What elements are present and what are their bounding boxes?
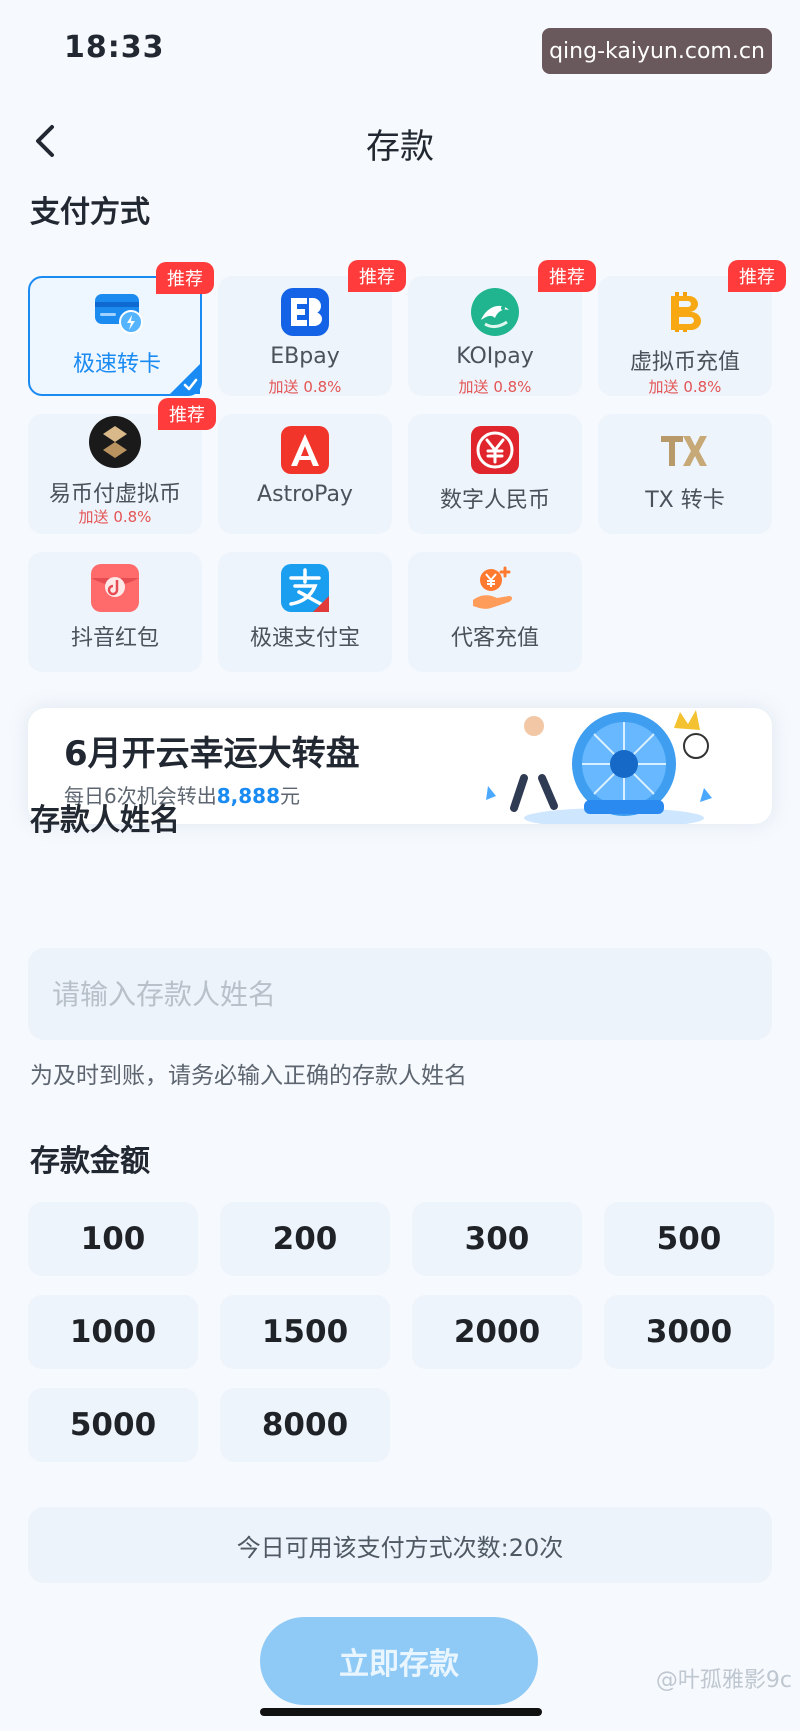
depositor-section-title: 存款人姓名 <box>30 803 180 838</box>
payment-method-koipay[interactable]: KOIpay 加送 0.8% 推荐 <box>408 260 596 396</box>
payment-method-tx-transfer[interactable]: TX 转卡 <box>598 414 772 534</box>
amount-section-title: 存款金额 <box>30 1144 150 1179</box>
amount-option[interactable]: 3000 <box>604 1295 774 1369</box>
payment-method-label: 代客充值 <box>450 626 539 651</box>
bitcoin-icon <box>671 292 701 332</box>
payment-method-agent-recharge[interactable]: 代客充值 <box>408 552 582 672</box>
amount-option[interactable]: 1500 <box>220 1295 390 1369</box>
payment-method-label: 易币付虚拟币 <box>48 482 181 507</box>
banner-subtitle-suffix: 元 <box>280 784 300 808</box>
selected-check-icon <box>170 364 200 394</box>
home-indicator <box>260 1708 542 1716</box>
digital-rmb-icon <box>471 426 519 474</box>
card-transfer-icon <box>95 294 143 334</box>
payment-method-label: 抖音红包 <box>70 626 159 651</box>
payment-method-ebpay[interactable]: EBpay 加送 0.8% 推荐 <box>218 260 406 396</box>
amount-option[interactable]: 100 <box>28 1202 198 1276</box>
bottom-watermark: @叶孤雅影9c <box>655 1668 792 1693</box>
page-title: 存款 <box>366 127 434 167</box>
ebifu-icon <box>89 416 141 468</box>
top-watermark: qing-kaiyun.com.cn <box>542 28 772 74</box>
payment-method-alipay[interactable]: 极速支付宝 <box>218 552 392 672</box>
payment-method-label: KOIpay <box>456 344 534 369</box>
payment-method-label: TX 转卡 <box>645 488 725 513</box>
status-time: 18:33 <box>64 30 165 65</box>
koipay-icon <box>471 288 519 336</box>
alipay-icon <box>281 564 329 612</box>
banner-title: 6月开云幸运大转盘 <box>64 734 360 774</box>
amount-option[interactable]: 2000 <box>412 1295 582 1369</box>
amount-option[interactable]: 8000 <box>220 1388 390 1462</box>
amount-option[interactable]: 1000 <box>28 1295 198 1369</box>
deposit-now-button[interactable]: 立即存款 <box>260 1617 538 1705</box>
payment-method-crypto[interactable]: 虚拟币充值 加送 0.8% 推荐 <box>598 260 786 396</box>
payment-method-label: AstroPay <box>257 482 353 507</box>
amount-option[interactable]: 500 <box>604 1202 774 1276</box>
payment-section-title: 支付方式 <box>30 195 150 230</box>
amount-option[interactable]: 5000 <box>28 1388 198 1462</box>
tx-transfer-icon <box>661 436 707 466</box>
payment-method-digital-rmb[interactable]: 数字人民币 <box>408 414 582 534</box>
payment-bonus: 加送 0.8% <box>78 508 152 526</box>
astropay-icon <box>281 426 329 474</box>
recommend-badge: 推荐 <box>538 260 596 292</box>
payment-bonus: 加送 0.8% <box>458 378 532 396</box>
ebpay-icon <box>281 288 329 336</box>
banner-prize-amount: 8,888 <box>216 784 280 808</box>
payment-method-label: 极速支付宝 <box>249 626 360 651</box>
payment-method-astropay[interactable]: AstroPay <box>218 414 392 534</box>
payment-bonus: 加送 0.8% <box>268 378 342 396</box>
recommend-badge: 推荐 <box>348 260 406 292</box>
payment-method-quick-card[interactable]: 极速转卡 推荐 <box>28 262 214 396</box>
payment-bonus: 加送 0.8% <box>648 378 722 396</box>
depositor-hint: 为及时到账，请务必输入正确的存款人姓名 <box>30 1063 467 1089</box>
lucky-wheel-icon <box>486 710 712 824</box>
usage-count-info: 今日可用该支付方式次数:20次 <box>28 1507 772 1583</box>
payment-method-ebifu[interactable]: 易币付虚拟币 加送 0.8% 推荐 <box>28 398 216 534</box>
nav-bar: 存款 <box>0 105 800 180</box>
payment-method-label: EBpay <box>270 344 340 369</box>
recommend-badge: 推荐 <box>156 262 214 294</box>
recommend-badge: 推荐 <box>158 398 216 430</box>
payment-method-label: 数字人民币 <box>439 488 550 513</box>
amount-option[interactable]: 300 <box>412 1202 582 1276</box>
agent-recharge-icon <box>473 566 512 609</box>
depositor-name-input[interactable] <box>28 948 772 1040</box>
amount-option[interactable]: 200 <box>220 1202 390 1276</box>
payment-method-label: 虚拟币充值 <box>629 350 740 375</box>
payment-method-douyin-redpacket[interactable]: 抖音红包 <box>28 552 202 672</box>
status-bar: 18:33 qing-kaiyun.com.cn <box>0 0 800 100</box>
recommend-badge: 推荐 <box>728 260 786 292</box>
douyin-redpacket-icon <box>91 564 139 612</box>
